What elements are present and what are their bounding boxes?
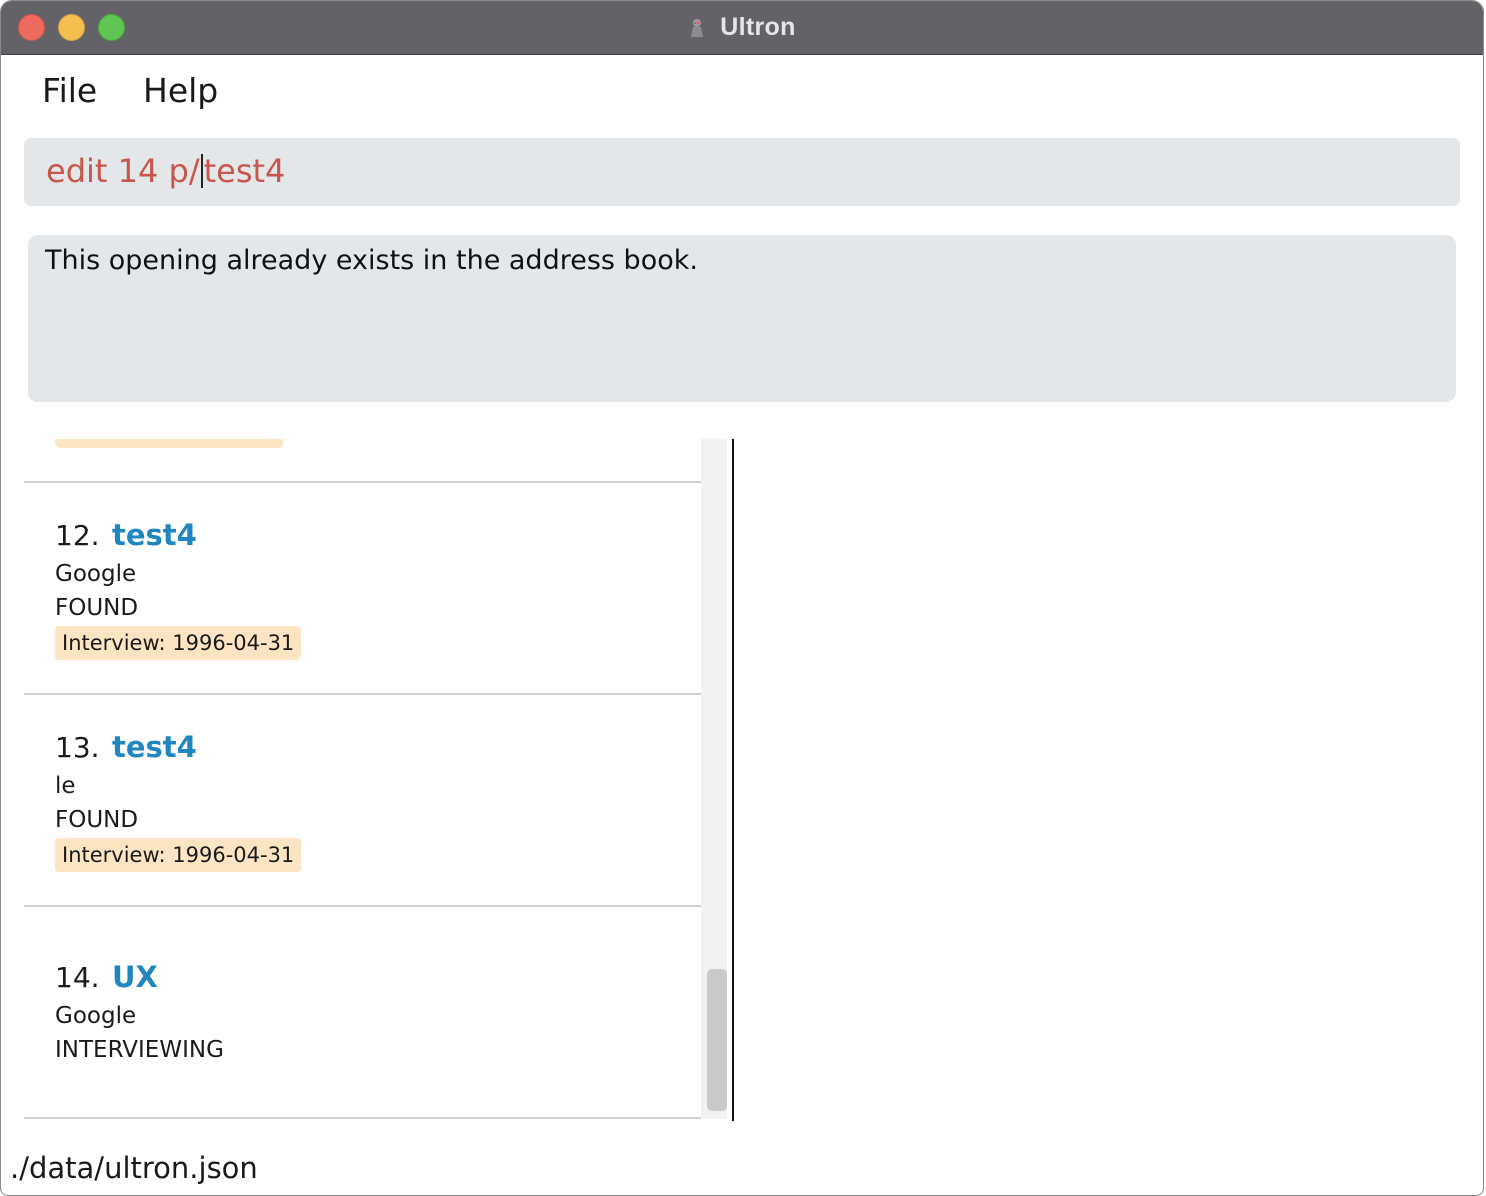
opening-company: Google [55,561,137,587]
result-display[interactable]: This opening already exists in the addre… [28,235,1456,402]
opening-index: 14. [55,961,100,994]
menu-file[interactable]: File [42,71,97,110]
text-caret [200,154,203,188]
opening-company: Google [55,1003,137,1029]
scrollbar-thumb[interactable] [707,969,727,1111]
command-input-text[interactable]: edit 14 p/test4 [46,152,285,190]
opening-position: test4 [112,518,197,552]
list-divider [24,1117,701,1119]
opening-status: FOUND [55,595,139,621]
command-text-after-caret: test4 [203,152,286,190]
panel-divider[interactable] [732,439,734,1121]
opening-card-12[interactable]: 12. test4 Google FOUND Interview: 1996-0… [24,483,701,693]
opening-list[interactable]: 12. test4 Google FOUND Interview: 1996-0… [24,439,701,1119]
opening-position: test4 [112,730,197,764]
opening-card-13[interactable]: 13. test4 le FOUND Interview: 1996-04-31 [24,695,701,905]
opening-status: FOUND [55,807,139,833]
result-message: This opening already exists in the addre… [45,245,698,276]
opening-position: UX [112,960,158,994]
title-bar[interactable]: Ultron [1,1,1483,55]
command-input[interactable]: edit 14 p/test4 [24,138,1460,206]
window-title: Ultron [720,13,796,41]
menu-help[interactable]: Help [143,71,218,110]
status-bar-file-path: ./data/ultron.json [10,1151,258,1185]
ultron-app-icon [688,18,706,38]
menu-bar: File Help [1,55,1483,129]
opening-company: le [55,773,76,799]
app-window: Ultron File Help edit 14 p/test4 This op… [0,0,1484,1196]
command-text-before-caret: edit 14 p/ [46,152,200,190]
opening-list-panel[interactable]: 12. test4 Google FOUND Interview: 1996-0… [24,439,727,1119]
list-scrollbar[interactable] [701,439,727,1119]
interview-tag: Interview: 1996-04-31 [55,626,302,660]
opening-index: 13. [55,731,100,764]
opening-index: 12. [55,519,100,552]
interview-tag: Interview: 1996-04-31 [55,838,302,872]
partial-tag [55,439,283,448]
opening-status: INTERVIEWING [55,1037,224,1063]
opening-card-14[interactable]: 14. UX Google INTERVIEWING [24,907,701,1117]
